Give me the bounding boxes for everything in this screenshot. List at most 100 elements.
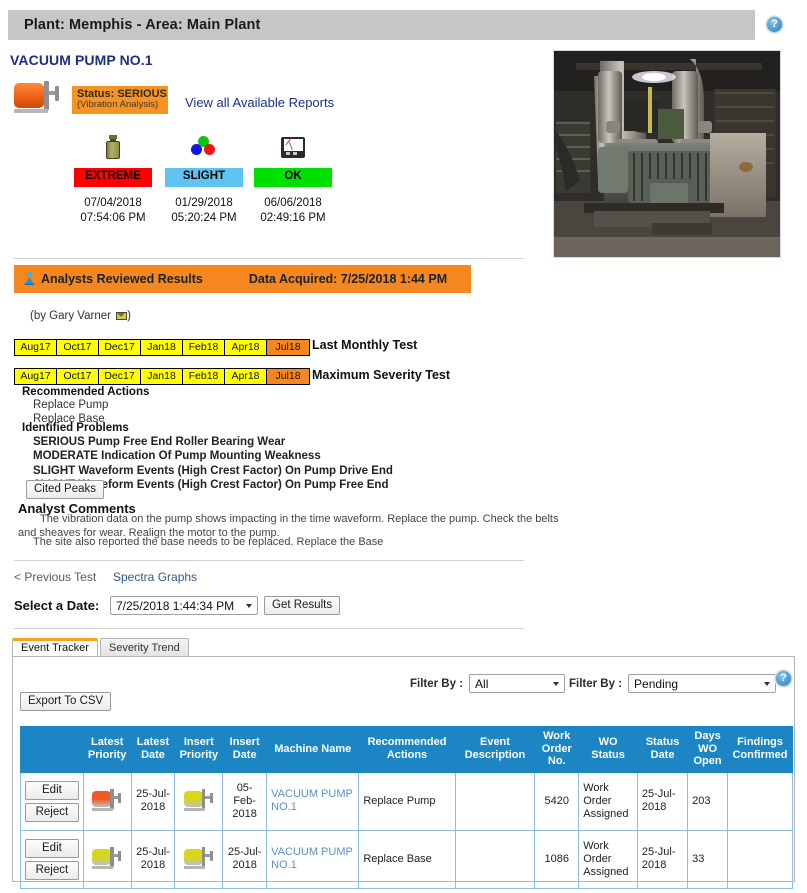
pump-priority-icon: [183, 847, 214, 871]
severity-date: 01/29/2018 05:20:24 PM: [155, 196, 253, 227]
previous-test-link[interactable]: < Previous Test: [14, 570, 96, 584]
machine-condition-page: Plant: Memphis - Area: Main Plant ? VACU…: [0, 0, 807, 893]
table-header-actions: [20, 726, 84, 773]
severity-date: 07/04/2018 07:54:06 PM: [64, 196, 162, 227]
analysts-reviewed-bar: Analysts Reviewed Results Data Acquired:…: [14, 265, 471, 293]
filter-by-label-1: Filter By :: [410, 677, 464, 690]
edit-button[interactable]: Edit: [25, 838, 79, 858]
table-header-recommended-actions: Recommended Actions: [358, 726, 456, 773]
severity-label: OK: [254, 168, 332, 187]
severity-time-value: 07:54:06 PM: [80, 212, 146, 225]
status-date-cell: 25-Jul-2018: [636, 829, 689, 889]
filter-by-select-1[interactable]: All: [469, 674, 566, 693]
month-cell-feb18[interactable]: Feb18: [183, 340, 225, 355]
table-header-days-wo-open: Days WO Open: [687, 726, 728, 773]
month-cell-jul18[interactable]: Jul18: [267, 369, 309, 384]
month-cell-dec17[interactable]: Dec17: [99, 369, 141, 384]
table-header-latest-priority: Latest Priority: [82, 726, 132, 773]
filter-by-group-1: Filter By : All: [410, 674, 566, 693]
machine-name-cell: VACUUM PUMP NO.1: [266, 771, 360, 831]
table-header-insert-date: Insert Date: [222, 726, 268, 773]
severity-date-value: 01/29/2018: [175, 196, 233, 209]
work-order-no-cell: 5420: [534, 771, 580, 831]
reject-button[interactable]: Reject: [25, 802, 79, 822]
export-to-csv-button[interactable]: Export To CSV: [20, 692, 112, 711]
month-cell-jul18[interactable]: Jul18: [267, 340, 309, 355]
month-cell-jan18[interactable]: Jan18: [141, 340, 183, 355]
identified-problem-item: SLIGHT Waveform Events (High Crest Facto…: [33, 464, 393, 477]
pump-priority-icon: [92, 847, 122, 871]
month-cell-jan18[interactable]: Jan18: [141, 369, 183, 384]
data-acquired-label: Data Acquired: 7/25/2018 1:44 PM: [248, 272, 448, 286]
date-select[interactable]: 7/25/2018 1:44:34 PM: [110, 596, 258, 615]
analyst-comment-paragraph-2: The site also reported the base needs to…: [33, 536, 384, 548]
last-monthly-test-strip: Aug17 Oct17 Dec17 Jan18 Feb18 Apr18 Jul18: [14, 339, 310, 356]
severity-time-value: 05:20:24 PM: [171, 212, 237, 225]
view-all-reports-link[interactable]: View all Available Reports: [185, 95, 334, 110]
status-date-cell: 25-Jul-2018: [636, 771, 689, 831]
month-cell-dec17[interactable]: Dec17: [99, 340, 141, 355]
month-cell-oct17[interactable]: Oct17: [57, 369, 99, 384]
get-results-button[interactable]: Get Results: [264, 596, 341, 615]
analyst-byline-text: (by Gary Varner: [30, 310, 115, 322]
edit-button[interactable]: Edit: [25, 780, 79, 800]
month-cell-aug17[interactable]: Aug17: [15, 369, 57, 384]
insert-priority-cell: [174, 771, 224, 831]
help-icon[interactable]: ?: [766, 16, 783, 33]
meter-icon[interactable]: [244, 130, 342, 164]
help-icon[interactable]: ?: [775, 670, 792, 687]
plant-area-header: Plant: Memphis - Area: Main Plant: [8, 10, 755, 40]
mail-icon[interactable]: [116, 312, 128, 320]
identified-problem-item: MODERATE Indication Of Pump Mounting Wea…: [33, 450, 321, 463]
chevron-down-icon: [246, 604, 252, 608]
pump-priority-icon: [183, 789, 214, 813]
machine-title: VACUUM PUMP NO.1: [10, 52, 153, 68]
filter-by-select-2[interactable]: Pending: [628, 674, 777, 693]
row-actions-cell: Edit Reject: [20, 829, 84, 889]
page-title: Plant: Memphis - Area: Main Plant: [24, 17, 261, 33]
tab-event-tracker[interactable]: Event Tracker: [12, 638, 98, 658]
status-badge: Status: SERIOUS (Vibration Analysis): [72, 86, 168, 114]
insert-date-cell: 05-Feb-2018: [222, 771, 268, 831]
severity-label: SLIGHT: [165, 168, 243, 187]
maximum-severity-test-strip: Aug17 Oct17 Dec17 Jan18 Feb18 Apr18 Jul18: [14, 368, 310, 385]
table-row: Edit Reject 25-Jul-2018 25-Jul-2018 VACUUM P…: [20, 829, 794, 889]
divider: [14, 258, 524, 259]
tab-severity-trend[interactable]: Severity Trend: [99, 638, 189, 658]
latest-date-cell: 25-Jul-2018: [130, 771, 176, 831]
row-actions-cell: Edit Reject: [20, 771, 84, 831]
severity-column-meter: OK 06/06/2018 02:49:16 PM: [244, 130, 342, 227]
analyst-byline: (by Gary Varner ): [30, 310, 131, 322]
findings-confirmed-cell: [726, 829, 794, 889]
analysts-reviewed-title: Analysts Reviewed Results: [41, 272, 203, 286]
oil-bottle-icon[interactable]: [64, 130, 162, 164]
identified-problems-heading: Identified Problems: [22, 422, 129, 434]
table-header-latest-date: Latest Date: [130, 726, 176, 773]
cited-peaks-button[interactable]: Cited Peaks: [26, 480, 105, 499]
latest-priority-cell: [82, 771, 132, 831]
table-header-event-description: Event Description: [454, 726, 536, 773]
severity-time-value: 02:49:16 PM: [260, 212, 326, 225]
severity-date: 06/06/2018 02:49:16 PM: [244, 196, 342, 227]
table-header-status-date: Status Date: [636, 726, 689, 773]
month-cell-aug17[interactable]: Aug17: [15, 340, 57, 355]
recommended-action-cell: Replace Base: [358, 829, 456, 889]
month-cell-oct17[interactable]: Oct17: [57, 340, 99, 355]
table-header-row: Latest Priority Latest Date Insert Priorit…: [20, 726, 794, 773]
identified-problem-item: SERIOUS Pump Free End Roller Bearing Wea…: [33, 436, 286, 448]
days-wo-open-cell: 203: [687, 771, 728, 831]
month-cell-feb18[interactable]: Feb18: [183, 369, 225, 384]
table-header-wo-status: WO Status: [578, 726, 638, 773]
reject-button[interactable]: Reject: [25, 860, 79, 880]
severity-column-thermography: SLIGHT 01/29/2018 05:20:24 PM: [155, 130, 253, 227]
event-description-cell: [454, 771, 536, 831]
month-cell-apr18[interactable]: Apr18: [225, 369, 267, 384]
table-header-findings-confirmed: Findings Confirmed: [726, 726, 794, 773]
wo-status-cell: Work Order Assigned: [578, 771, 638, 831]
tracker-tabs: Event Tracker Severity Trend: [12, 638, 189, 658]
month-cell-apr18[interactable]: Apr18: [225, 340, 267, 355]
spectra-graphs-link[interactable]: Spectra Graphs: [113, 570, 197, 584]
latest-date-cell: 25-Jul-2018: [130, 829, 176, 889]
severity-date-value: 06/06/2018: [264, 196, 322, 209]
rgb-circles-icon[interactable]: [155, 130, 253, 164]
